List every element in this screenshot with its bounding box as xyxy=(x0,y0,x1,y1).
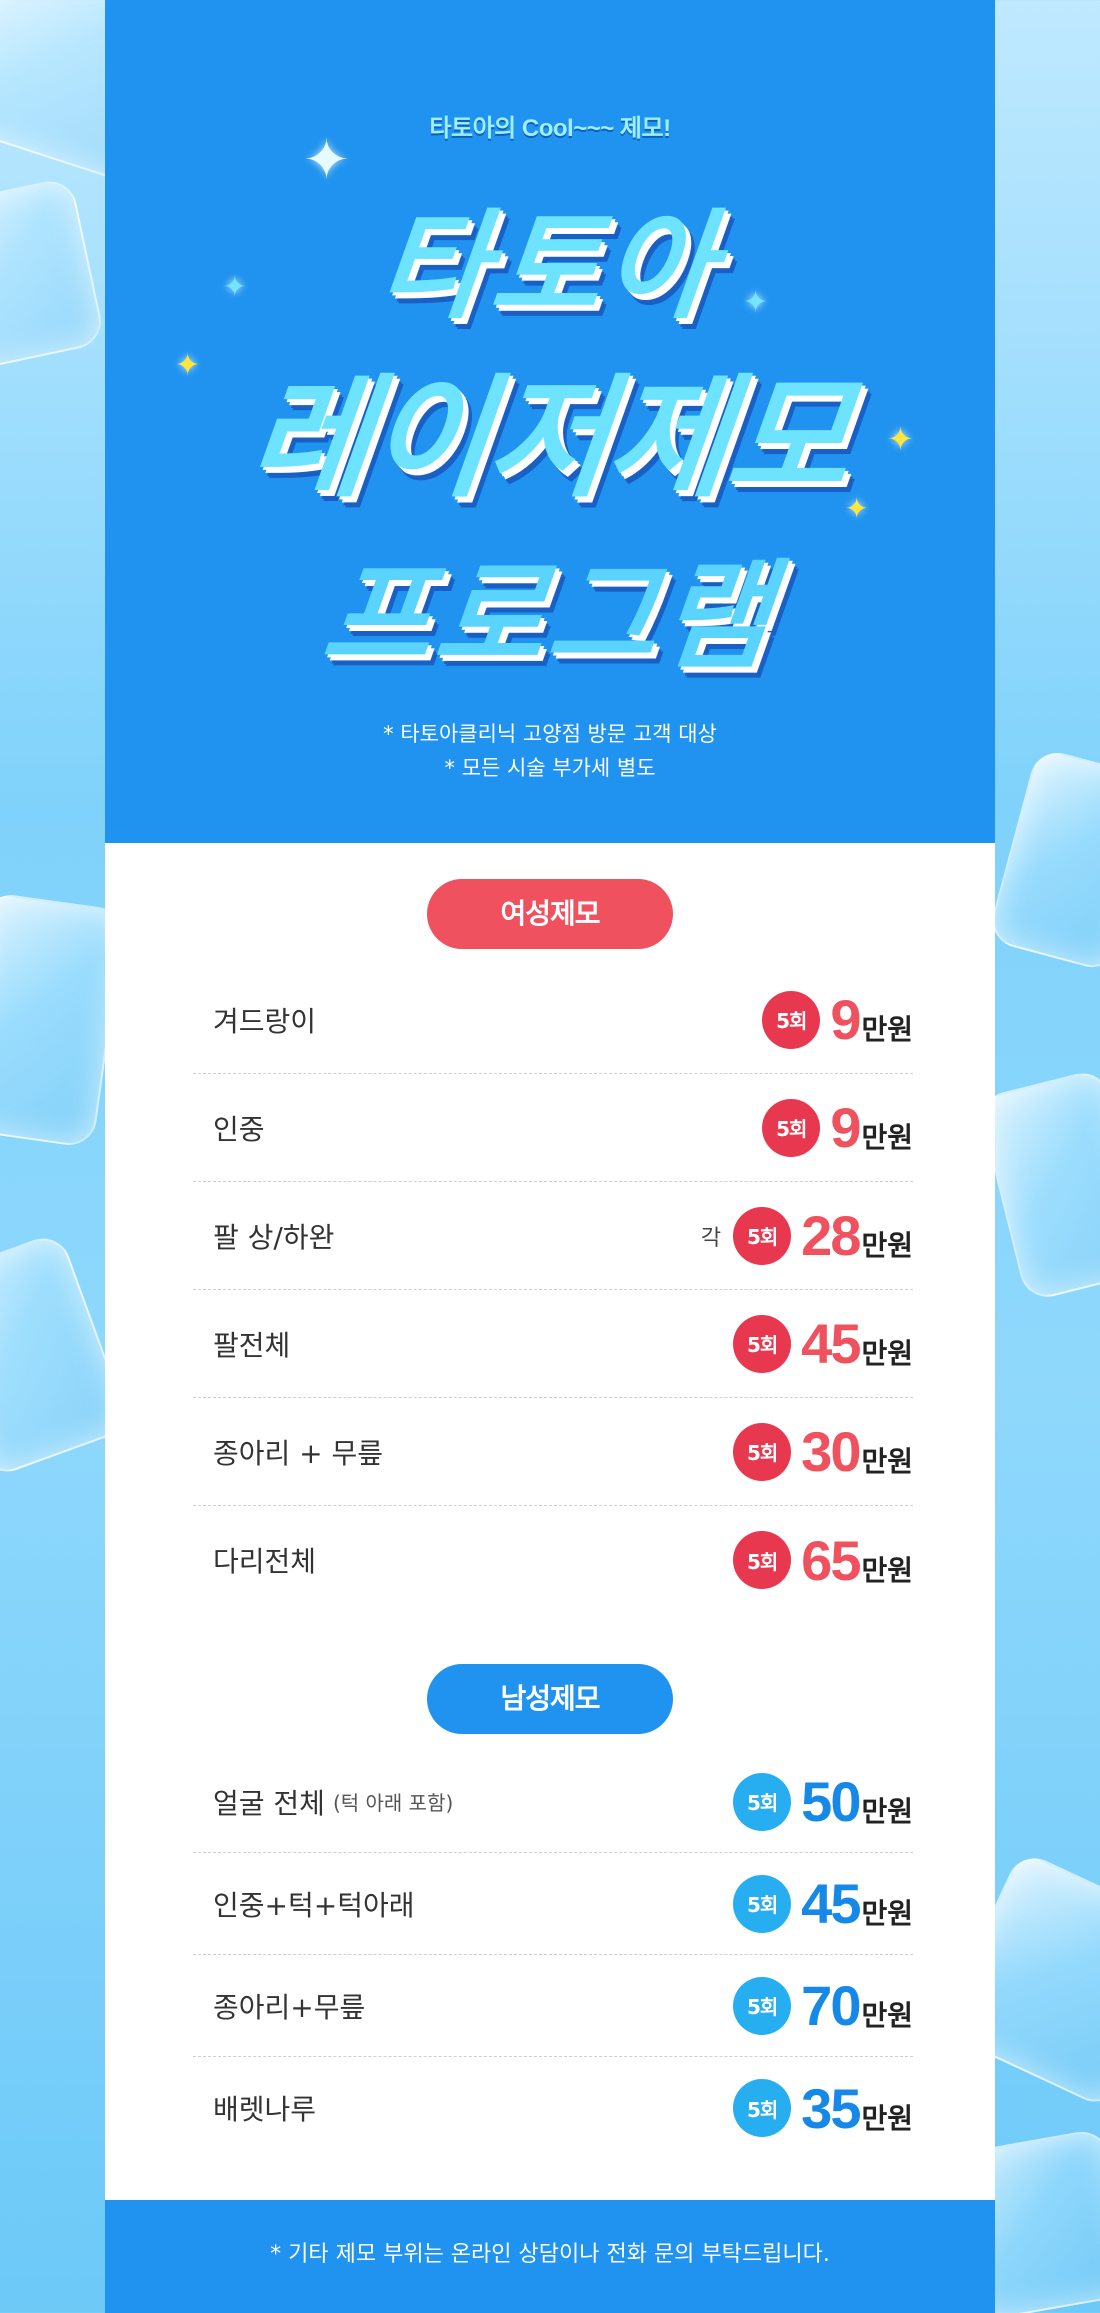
item-price: 35 만원 xyxy=(801,2076,913,2141)
item-price: 9 만원 xyxy=(830,987,913,1052)
hero-tagline: 타토아의 Cool~~~ 제모! xyxy=(429,115,671,142)
list-item: 겨드랑이 5회 9 만원 xyxy=(193,966,913,1074)
item-price: 50 만원 xyxy=(801,1769,913,1834)
women-price-rows: 겨드랑이 5회 9 만원 인중 5회 9 만원 팔 상/하완 각 5회 28 만원 xyxy=(193,966,913,1614)
price-value: 9 xyxy=(830,1096,861,1159)
price-value: 9 xyxy=(830,988,861,1051)
item-price: 45 만원 xyxy=(801,1311,913,1376)
section-label-men: 남성제모 xyxy=(427,1664,673,1734)
price-unit: 만원 xyxy=(861,1121,913,1154)
hero-title-line-3: 프로그램 xyxy=(316,547,782,685)
sessions-badge: 5회 xyxy=(733,1314,792,1373)
sessions-badge: 5회 xyxy=(733,2079,792,2137)
price-value: 45 xyxy=(801,1872,861,1935)
item-price: 65 만원 xyxy=(801,1528,913,1593)
item-price-group: 5회 50 만원 xyxy=(733,1751,913,1852)
item-price-group: 5회 70 만원 xyxy=(733,1955,913,2056)
item-price-group: 5회 45 만원 xyxy=(733,1853,913,1954)
list-item: 배렛나루 5회 35 만원 xyxy=(193,2057,913,2159)
item-name-text: 얼굴 전체 xyxy=(213,1786,325,1820)
item-name-text: 인중 xyxy=(213,1112,265,1146)
hero-title-line-2: 레이저제모 xyxy=(242,362,856,516)
list-item: 종아리+무릎 5회 70 만원 xyxy=(193,1955,913,2057)
list-item: 다리전체 5회 65 만원 xyxy=(193,1506,913,1614)
item-name: 종아리 + 무릎 xyxy=(213,1398,383,1505)
promo-card: 타토아의 Cool~~~ 제모! ✦ ✦ ✦ ✦ ✦ ✦ 타토아 레이저제모 프… xyxy=(105,0,995,2313)
item-name: 팔 상/하완 xyxy=(213,1182,334,1289)
item-name-text: 겨드랑이 xyxy=(213,1004,317,1038)
hero-note-vat: * 모든 시술 부가세 별도 xyxy=(444,756,656,780)
footer-note: * 기타 제모 부위는 온라인 상담이나 전화 문의 부탁드립니다. xyxy=(105,2200,995,2313)
sessions-badge: 5회 xyxy=(733,1976,792,2035)
item-name-text: 배렛나루 xyxy=(213,2093,317,2126)
ice-cube-decoration xyxy=(0,176,107,374)
item-name-text: 인중+턱+턱아래 xyxy=(213,1888,415,1922)
list-item: 종아리 + 무릎 5회 30 만원 xyxy=(193,1398,913,1506)
sessions-badge: 5회 xyxy=(733,1422,792,1481)
section-label-women: 여성제모 xyxy=(427,879,673,949)
item-price-group: 5회 45 만원 xyxy=(733,1290,913,1397)
item-price-group: 각 5회 28 만원 xyxy=(701,1182,913,1289)
item-name: 인중 xyxy=(213,1074,265,1181)
price-unit: 만원 xyxy=(861,1795,913,1828)
price-unit: 만원 xyxy=(861,1897,913,1930)
item-price-group: 5회 9 만원 xyxy=(762,966,913,1073)
item-name-text: 팔 상/하완 xyxy=(213,1220,335,1254)
sessions-badge: 5회 xyxy=(762,990,821,1049)
item-price: 9 만원 xyxy=(830,1095,913,1160)
price-value: 65 xyxy=(801,1528,861,1592)
item-name: 얼굴 전체 (턱 아래 포함) xyxy=(213,1751,453,1852)
hero-title-line-1: 타토아 xyxy=(372,197,725,335)
item-name-text: 다리전체 xyxy=(213,1545,317,1578)
list-item: 팔 상/하완 각 5회 28 만원 xyxy=(193,1182,913,1290)
item-name: 팔전체 xyxy=(213,1290,290,1397)
item-price-group: 5회 65 만원 xyxy=(733,1506,913,1614)
item-price: 45 만원 xyxy=(801,1871,913,1936)
price-unit: 만원 xyxy=(861,1229,913,1262)
price-value: 50 xyxy=(801,1770,861,1833)
ice-cube-decoration xyxy=(986,746,1100,974)
price-value: 35 xyxy=(801,2076,861,2140)
price-unit: 만원 xyxy=(861,1337,913,1370)
price-list: 여성제모 겨드랑이 5회 9 만원 인중 5회 9 만원 팔 상/하완 각 5회… xyxy=(105,843,995,2200)
item-name: 종아리+무릎 xyxy=(213,1955,365,2056)
item-price: 30 만원 xyxy=(801,1419,913,1484)
item-name: 다리전체 xyxy=(213,1506,316,1614)
sessions-badge: 5회 xyxy=(733,1206,792,1265)
item-price: 28 만원 xyxy=(801,1203,913,1268)
sessions-badge: 5회 xyxy=(733,1772,792,1831)
price-unit: 만원 xyxy=(861,1553,913,1587)
list-item: 팔전체 5회 45 만원 xyxy=(193,1290,913,1398)
item-name-text: 종아리+무릎 xyxy=(213,1990,366,2024)
hero-banner: 타토아의 Cool~~~ 제모! ✦ ✦ ✦ ✦ ✦ ✦ 타토아 레이저제모 프… xyxy=(105,0,995,843)
price-value: 45 xyxy=(801,1312,861,1375)
sessions-badge: 5회 xyxy=(733,1531,792,1589)
list-item: 인중+턱+턱아래 5회 45 만원 xyxy=(193,1853,913,1955)
item-price: 70 만원 xyxy=(801,1973,913,2038)
item-name: 겨드랑이 xyxy=(213,966,316,1073)
item-name-text: 팔전체 xyxy=(213,1328,291,1362)
item-name-note: (턱 아래 포함) xyxy=(332,1791,454,1815)
price-unit: 만원 xyxy=(861,1013,913,1046)
list-item: 얼굴 전체 (턱 아래 포함) 5회 50 만원 xyxy=(193,1751,913,1853)
price-unit: 만원 xyxy=(861,1445,913,1478)
hero-note-target: * 타토아클리닉 고양점 방문 고객 대상 xyxy=(383,722,717,746)
item-price-group: 5회 30 만원 xyxy=(733,1398,913,1505)
item-name-text: 종아리 + 무릎 xyxy=(213,1436,384,1470)
price-value: 70 xyxy=(801,1974,861,2037)
item-name: 인중+턱+턱아래 xyxy=(213,1853,414,1954)
list-item: 인중 5회 9 만원 xyxy=(193,1074,913,1182)
item-price-group: 5회 9 만원 xyxy=(762,1074,913,1181)
price-value: 30 xyxy=(801,1420,861,1483)
sessions-badge: 5회 xyxy=(733,1874,792,1933)
price-unit: 만원 xyxy=(861,2101,913,2135)
item-name: 배렛나루 xyxy=(213,2057,316,2159)
each-label: 각 xyxy=(700,1225,722,1251)
ice-cube-decoration xyxy=(976,1067,1100,1303)
item-price-group: 5회 35 만원 xyxy=(733,2057,913,2159)
men-price-rows: 얼굴 전체 (턱 아래 포함) 5회 50 만원 인중+턱+턱아래 5회 45 만원 … xyxy=(193,1751,913,2159)
sessions-badge: 5회 xyxy=(762,1098,821,1157)
price-value: 28 xyxy=(801,1204,861,1267)
price-unit: 만원 xyxy=(861,1999,913,2032)
